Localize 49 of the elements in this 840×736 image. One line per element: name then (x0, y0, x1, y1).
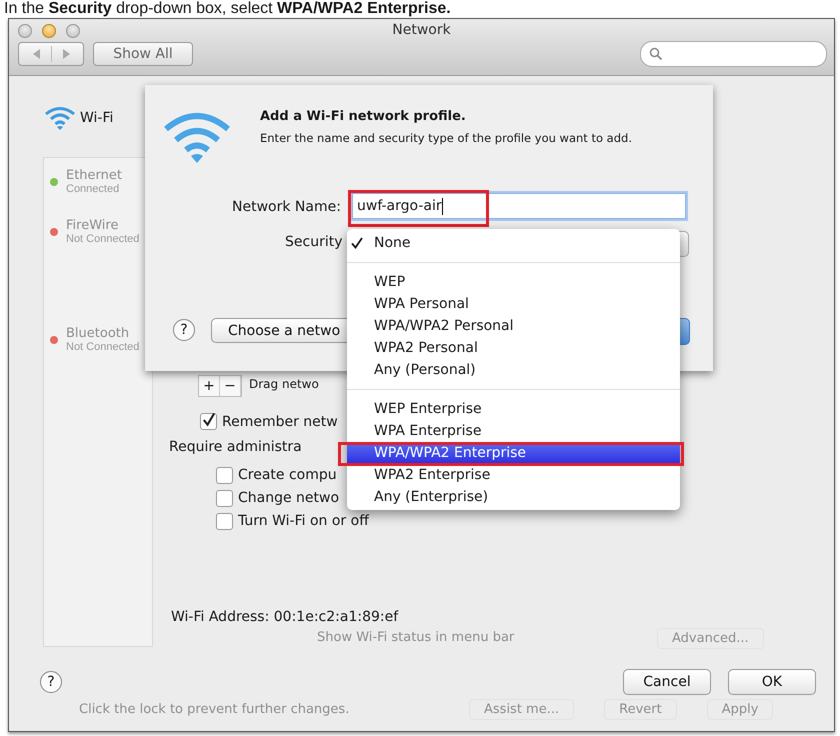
search-field[interactable] (640, 41, 827, 67)
show-status-option: Show Wi-Fi status in menu bar (317, 630, 514, 645)
zoom-icon[interactable] (66, 24, 80, 38)
dialog-button[interactable]: Cancel (623, 669, 711, 695)
menu-item[interactable]: Any (Personal) (347, 359, 680, 381)
checkbox[interactable] (216, 490, 233, 506)
add-remove-control[interactable]: + − (198, 375, 242, 397)
wifi-label: Wi-Fi (80, 110, 114, 126)
checkbox-label: Create compu (238, 467, 337, 483)
service-status: Not Connected (66, 233, 140, 245)
checkbox[interactable] (200, 413, 217, 430)
menu-item[interactable]: None (347, 232, 680, 254)
menu-item[interactable]: WPA Enterprise (347, 420, 680, 442)
checkbox-label: Turn Wi-Fi on or off (238, 513, 369, 529)
drag-hint-text: Drag netwo (249, 377, 319, 391)
require-admin-label: Require administra (169, 439, 302, 455)
menu-item[interactable]: WEP (347, 271, 680, 293)
menu-item[interactable]: WPA Personal (347, 293, 680, 315)
show-all-button[interactable]: Show All (93, 42, 193, 66)
checkbox[interactable] (216, 466, 233, 484)
back-arrow-icon[interactable] (32, 49, 40, 59)
back-forward-control[interactable] (18, 42, 84, 66)
wifi-icon (44, 105, 76, 131)
add-button[interactable]: + (199, 376, 220, 396)
help-button[interactable]: ? (40, 671, 62, 693)
service-status: Connected (66, 183, 120, 195)
network-name-label: Network Name: (232, 199, 341, 215)
menu-item[interactable]: WPA2 Enterprise (347, 464, 680, 486)
wifi-address-text: Wi-Fi Address: 00:1e:c2:a1:89:ef (171, 609, 398, 625)
sheet-title: Add a Wi-Fi network profile. (260, 109, 466, 124)
minimize-icon[interactable] (42, 24, 56, 38)
menu-item[interactable]: WEP Enterprise (347, 398, 680, 420)
window-title: Network (391, 22, 452, 38)
search-icon (649, 47, 663, 61)
caption-text: In the Security drop-down box, select WPA/WPA2 Enterprise. (4, 0, 451, 18)
network-name-field[interactable]: uwf-argo-air (352, 193, 686, 219)
help-button[interactable]: ? (173, 319, 195, 341)
dialog-button[interactable]: OK (728, 669, 816, 695)
checkbox[interactable] (216, 512, 233, 530)
forward-arrow-icon[interactable] (62, 49, 70, 59)
checkbox-label: Remember netw (222, 414, 338, 430)
sheet-description: Enter the name and security type of the profile you want to add. (260, 131, 633, 146)
security-label: Security (285, 234, 342, 250)
checkbox-label: Change netwo (238, 490, 340, 506)
remove-button[interactable]: − (220, 376, 241, 396)
service-status: Not Connected (66, 341, 140, 353)
lock-hint-text: Click the lock to prevent further changes. (79, 702, 350, 717)
close-icon[interactable] (18, 24, 32, 38)
menu-item[interactable]: Any (Enterprise) (347, 486, 680, 508)
